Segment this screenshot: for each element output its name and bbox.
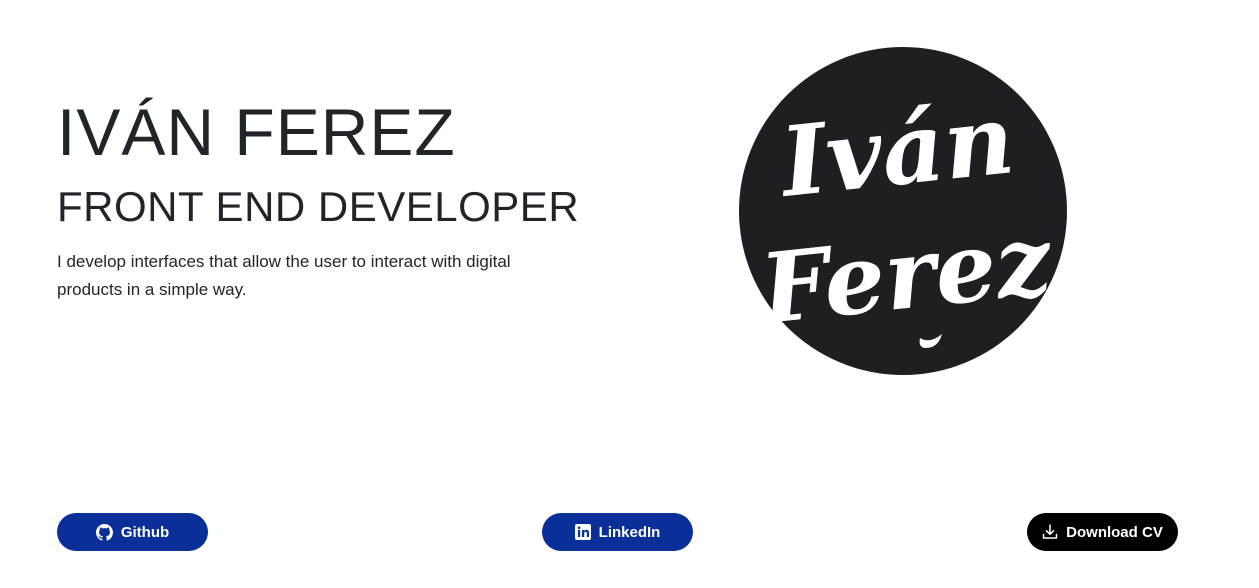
github-button-label: Github	[120, 523, 170, 541]
download-icon	[1042, 524, 1058, 539]
page: IVÁN FEREZ FRONT END DEVELOPER I develop…	[0, 0, 1259, 588]
hero-text: IVÁN FEREZ FRONT END DEVELOPER I develop…	[57, 92, 617, 304]
hero-description: I develop interfaces that allow the user…	[57, 252, 511, 299]
linkedin-button[interactable]: LinkedIn	[542, 513, 693, 551]
logo-image: Iván Ferez	[739, 47, 1067, 375]
linkedin-icon	[574, 524, 591, 540]
hero-name: IVÁN FEREZ	[57, 95, 456, 169]
download-cv-button[interactable]: Download CV	[1027, 513, 1178, 551]
download-cv-button-label: Download CV	[1066, 523, 1163, 541]
github-button[interactable]: Github	[57, 513, 208, 551]
linkedin-button-label: LinkedIn	[598, 523, 661, 541]
hero-role: FRONT END DEVELOPER	[57, 183, 580, 230]
github-icon	[95, 523, 113, 541]
